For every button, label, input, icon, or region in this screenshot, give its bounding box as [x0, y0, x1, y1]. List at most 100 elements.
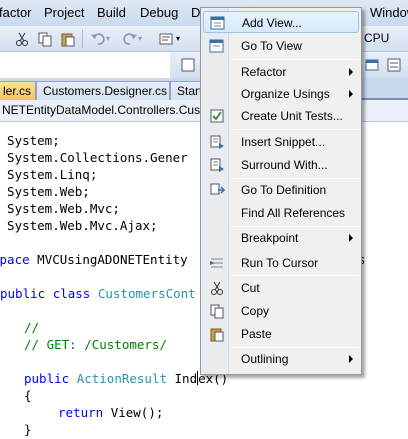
submenu-arrow-icon [349, 355, 353, 363]
menu-item-label: Cut [241, 281, 260, 295]
code-line: g System.Web.Mvc.Ajax; [0, 218, 158, 233]
context-menu: Add View... Go To View Refactor Organize… [200, 7, 362, 375]
toolbar-separator [82, 30, 83, 48]
tab-label: Start [177, 84, 203, 98]
go-to-view-icon [209, 39, 224, 53]
comment: // [24, 320, 40, 335]
types-combobox[interactable]: NETEntityDataModel.Controllers.Custon [0, 102, 205, 120]
code-line: g System; [7, 133, 60, 148]
cut-icon[interactable] [14, 31, 30, 47]
go-to-definition-icon [210, 183, 225, 195]
keyword: class [52, 286, 91, 301]
menu-item-run-to-cursor[interactable]: Run To Cursor [203, 252, 359, 274]
copy-icon[interactable] [37, 31, 53, 47]
menu-item-label: Add View... [242, 16, 302, 30]
menu-item-label: Run To Cursor [241, 256, 319, 270]
menu-item-label: Go To View [241, 39, 302, 53]
tab-label: Customers.Designer.cs [43, 84, 168, 98]
menu-item-add-view[interactable]: Add View... [203, 11, 359, 33]
menu-item-outlining[interactable]: Outlining [203, 348, 359, 370]
submenu-arrow-icon [349, 68, 353, 76]
keyword: space [0, 252, 30, 267]
add-view-icon [210, 16, 225, 30]
code-line: g System.Linq; [0, 167, 98, 182]
surround-with-icon [210, 158, 224, 172]
menu-item-label: Create Unit Tests... [241, 109, 343, 123]
copy-icon [210, 304, 224, 319]
class-name: CustomersCont [97, 286, 196, 301]
menu-item-surround-with[interactable]: Surround With... [203, 154, 359, 176]
unit-test-icon [210, 109, 224, 123]
menu-item-label: Paste [241, 327, 272, 341]
code-line: // GET: /Customers/ [24, 337, 167, 354]
menu-item-copy[interactable]: Copy [203, 300, 359, 322]
menu-item-paste[interactable]: Paste [203, 323, 359, 345]
code-line: } [24, 422, 32, 437]
menu-item-cut[interactable]: Cut [203, 277, 359, 299]
code-line: // [24, 320, 39, 337]
menu-separator [231, 275, 359, 276]
menu-item-label: Refactor [241, 65, 287, 79]
menu-item-refactor[interactable]: Refactor [203, 61, 359, 83]
method-name-start: Ind [174, 371, 198, 386]
menu-item-label: Outlining [241, 352, 289, 366]
menu-item-label: Copy [241, 304, 270, 318]
code-line: public ActionResult Index() [24, 371, 228, 388]
menu-item-organize-usings[interactable]: Organize Usings [203, 83, 359, 105]
insert-snippet-icon [210, 135, 224, 149]
navigate-icon[interactable] [158, 31, 174, 47]
menu-refactor[interactable]: factor [0, 5, 32, 20]
code-line: space MVCUsingADONETEntitys [0, 252, 366, 269]
paste-icon [210, 328, 224, 342]
menu-build[interactable]: Build [97, 5, 126, 20]
submenu-arrow-icon [349, 234, 353, 242]
undo-dropdown-icon[interactable]: ▾ [106, 34, 110, 43]
namespace-name: MVCUsingADONETEntity [37, 252, 188, 267]
menu-item-create-unit-tests[interactable]: Create Unit Tests... [203, 105, 359, 127]
properties-icon[interactable] [386, 57, 402, 73]
code-line: g System.Web.Mvc; [0, 201, 120, 216]
redo-icon[interactable] [122, 31, 138, 47]
keyword: return [58, 405, 104, 420]
platform-label: CPU [364, 31, 390, 45]
comment: // GET: /Customers/ [24, 337, 167, 352]
menu-window[interactable]: Window [370, 5, 408, 20]
scissors-icon [211, 281, 223, 295]
submenu-arrow-icon [349, 90, 353, 98]
tab-label: ler.cs [3, 84, 32, 98]
menu-project[interactable]: Project [44, 5, 84, 20]
code-line: g System.Web; [0, 184, 90, 199]
menu-item-go-to-view[interactable]: Go To View [203, 35, 359, 57]
navigate-dropdown-icon[interactable]: ▾ [176, 34, 180, 43]
menu-item-breakpoint[interactable]: Breakpoint [203, 227, 359, 249]
menu-item-insert-snippet[interactable]: Insert Snippet... [203, 131, 359, 153]
menu-item-label: Surround With... [241, 158, 328, 172]
code-line: { [24, 388, 32, 403]
menu-separator [231, 59, 359, 60]
menu-item-label: Breakpoint [241, 231, 299, 245]
undo-icon[interactable] [90, 31, 106, 47]
type-name: ActionResult [76, 371, 167, 386]
code-line: public class CustomersCont [0, 286, 196, 303]
menu-data[interactable]: D [191, 5, 200, 20]
menu-item-label: Insert Snippet... [241, 135, 326, 149]
paste-icon[interactable] [60, 31, 76, 47]
menu-item-find-all-references[interactable]: Find All References [203, 202, 359, 224]
redo-dropdown-icon[interactable]: ▾ [138, 34, 142, 43]
menu-debug[interactable]: Debug [140, 5, 178, 20]
menu-item-label: Go To Definition [241, 183, 327, 197]
tab-customers-designer-cs[interactable]: Customers.Designer.cs [36, 81, 170, 100]
keyword: public [24, 371, 70, 386]
run-to-cursor-icon [210, 258, 223, 268]
menu-item-label: Find All References [241, 206, 346, 220]
menu-separator [231, 129, 359, 130]
code-line: g System.Collections.Gener [0, 150, 188, 165]
code-line: return View(); [58, 405, 163, 422]
window-icon[interactable] [364, 57, 380, 73]
menu-item-go-to-definition[interactable]: Go To Definition [203, 179, 359, 201]
code-fragment: View(); [110, 405, 164, 420]
toolbar-icon[interactable] [180, 57, 196, 73]
tab-controller-cs[interactable]: ler.cs [0, 81, 36, 100]
keyword: public [0, 286, 46, 301]
menu-item-label: Organize Usings [241, 87, 330, 101]
